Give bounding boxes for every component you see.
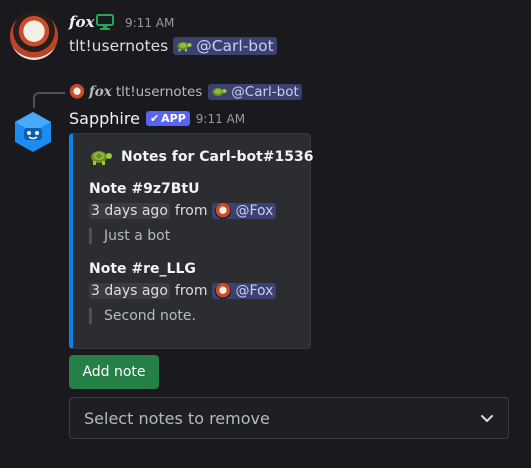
note-from: from (174, 203, 208, 219)
note-timestamp[interactable]: 3 days ago (89, 283, 170, 299)
embed-title: Notes for Carl-bot#1536 (121, 149, 314, 165)
note-author-mention[interactable]: @Fox (212, 203, 277, 219)
note-meta: 3 days ago from @Fox (89, 203, 277, 219)
mention-label: @Fox (235, 283, 274, 299)
mention-label: @Carl-bot (231, 84, 299, 100)
note-text: Just a bot (89, 228, 170, 244)
reply-mention-carl-bot[interactable]: @Carl-bot (208, 84, 302, 100)
note-title: Note #9z7BtU (89, 181, 200, 197)
check-icon: ✔ (149, 112, 160, 125)
avatar-fox-small (215, 283, 232, 299)
turtle-icon (91, 151, 112, 165)
note-meta: 3 days ago from @Fox (89, 283, 277, 299)
reply-reference[interactable]: fox tlt!usernotes @Carl-bot (69, 84, 302, 100)
message-content: tlt!usernotes @Carl-bot (69, 37, 277, 55)
mention-label: @Carl-bot (196, 37, 274, 55)
app-badge-label: APP (161, 112, 186, 125)
avatar-fox-small (69, 84, 85, 100)
note-from: from (174, 283, 208, 299)
remove-notes-select[interactable]: Select notes to remove (69, 397, 509, 439)
notes-embed: Notes for Carl-bot#1536 Note #9z7BtU 3 d… (69, 133, 313, 349)
sapphire-avatar[interactable] (12, 110, 54, 154)
bot-header: Sapphire ✔ APP 9:11 AM (69, 109, 245, 128)
note-timestamp[interactable]: 3 days ago (89, 203, 170, 219)
app-badge: ✔ APP (145, 111, 190, 126)
mention-label: @Fox (235, 203, 274, 219)
note-text: Second note. (89, 308, 196, 324)
note-author-mention[interactable]: @Fox (212, 283, 277, 299)
select-placeholder: Select notes to remove (84, 408, 270, 428)
bot-name[interactable]: Sapphire (69, 109, 140, 128)
mention-carl-bot[interactable]: @Carl-bot (173, 37, 277, 55)
turtle-icon (177, 42, 192, 52)
add-note-button[interactable]: Add note (69, 355, 159, 389)
monitor-icon (96, 14, 114, 30)
embed-header: Notes for Carl-bot#1536 (89, 148, 313, 166)
reply-command: tlt!usernotes (115, 84, 203, 100)
avatar-fox[interactable] (10, 12, 58, 60)
message-timestamp: 9:11 AM (125, 16, 175, 30)
avatar-fox-small (215, 203, 232, 219)
bot-timestamp: 9:11 AM (195, 111, 246, 126)
reply-author: fox (89, 84, 112, 100)
reply-connector (33, 92, 65, 108)
author-name[interactable]: fox (69, 13, 94, 31)
turtle-icon (212, 88, 227, 96)
chevron-down-icon (481, 415, 493, 422)
note-title: Note #re_LLG (89, 261, 196, 277)
command-text: tlt!usernotes (69, 37, 169, 55)
